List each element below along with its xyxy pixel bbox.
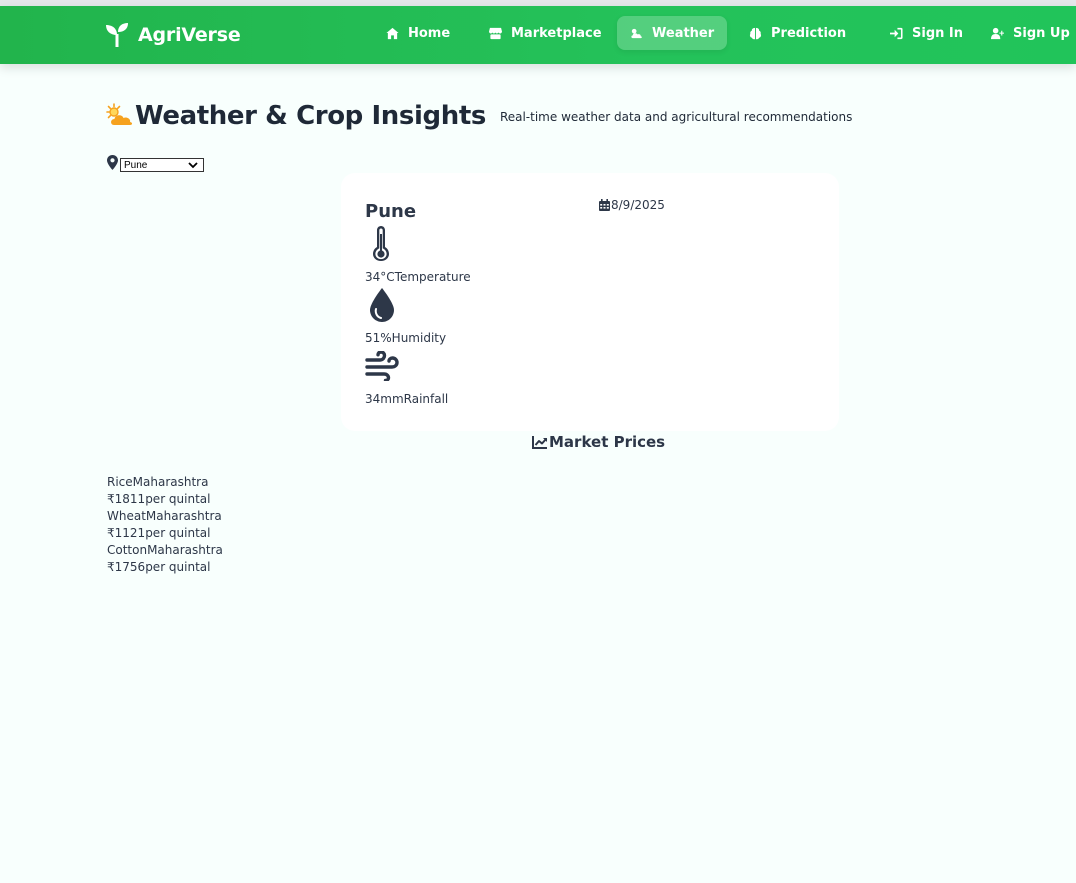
nav-sign-in[interactable]: Sign In [877, 16, 976, 50]
brain-icon [749, 27, 762, 39]
market-item-crop: Cotton [107, 543, 148, 557]
droplet-icon [370, 288, 394, 322]
top-navbar: AgriVerse Home Marketplace Weather Predi… [0, 6, 1076, 64]
calendar-icon [599, 199, 610, 211]
cloud-sun-icon [631, 28, 642, 38]
market-item-price: ₹1756 [107, 560, 146, 574]
market-item-unit: per quintal [145, 492, 211, 506]
city-select-value: Pune [124, 159, 148, 171]
temperature-value: 34°C [365, 270, 395, 284]
weather-city: Pune [365, 201, 417, 222]
market-item-name-row: RiceMaharashtra [107, 474, 223, 491]
market-item: CottonMaharashtra ₹1756per quintal [107, 542, 223, 576]
thermometer-icon [373, 226, 389, 261]
user-plus-icon [991, 27, 1004, 39]
rainfall-value: 34mm [365, 392, 404, 406]
market-item-price-row: ₹1811per quintal [107, 491, 223, 508]
market-item-unit: per quintal [145, 560, 211, 574]
city-select[interactable]: Pune [120, 158, 204, 172]
nav-prediction[interactable]: Prediction [736, 16, 859, 50]
chart-line-icon [532, 436, 548, 449]
market-item-state: Maharashtra [147, 543, 223, 557]
market-item-name-row: WheatMaharashtra [107, 508, 223, 525]
page-title: Weather & Crop Insights [135, 101, 486, 131]
humidity-value: 51% [365, 331, 392, 345]
market-prices-heading: Market Prices [532, 433, 665, 451]
nav-home-label: Home [408, 25, 451, 41]
sign-in-icon [890, 27, 903, 39]
market-prices-title: Market Prices [549, 433, 666, 451]
nav-prediction-label: Prediction [771, 25, 847, 41]
market-item-state: Maharashtra [145, 509, 222, 523]
weather-date: 8/9/2025 [599, 198, 665, 212]
page-subtitle: Real-time weather data and agricultural … [499, 110, 853, 124]
nav-marketplace[interactable]: Marketplace [476, 16, 615, 50]
nav-weather[interactable]: Weather [617, 16, 728, 50]
home-icon [386, 27, 399, 39]
weather-date-value: 8/9/2025 [611, 198, 665, 212]
nav-sign-up-label: Sign Up [1013, 25, 1070, 41]
store-icon [489, 27, 502, 39]
market-item: WheatMaharashtra ₹1121per quintal [107, 508, 223, 542]
market-item-price: ₹1121 [107, 526, 146, 540]
humidity-label: Humidity [391, 331, 447, 345]
humidity-metric: 51%Humidity [365, 331, 446, 345]
brand-logo[interactable]: AgriVerse [104, 23, 241, 47]
market-item-crop: Rice [107, 475, 133, 489]
temperature-label: Temperature [394, 270, 471, 284]
market-item-unit: per quintal [145, 526, 211, 540]
nav-weather-label: Weather [652, 25, 715, 41]
chevron-down-icon [188, 162, 198, 169]
market-item-price: ₹1811 [107, 492, 146, 506]
nav-sign-in-label: Sign In [912, 25, 963, 41]
nav-home[interactable]: Home [373, 16, 463, 50]
market-item-price-row: ₹1756per quintal [107, 559, 223, 576]
market-item-price-row: ₹1121per quintal [107, 525, 223, 542]
market-item-name-row: CottonMaharashtra [107, 542, 223, 559]
nav-sign-up[interactable]: Sign Up [978, 16, 1076, 50]
weather-card: Pune 8/9/2025 34°CTemperature 51%Humidit… [341, 173, 839, 431]
market-price-list: RiceMaharashtra ₹1811per quintal WheatMa… [107, 474, 223, 576]
wind-icon [365, 351, 399, 381]
rainfall-label: Rainfall [403, 392, 449, 406]
brand-name: AgriVerse [138, 24, 241, 46]
seedling-icon [106, 23, 128, 47]
map-pin-icon [107, 155, 118, 170]
nav-marketplace-label: Marketplace [511, 25, 602, 41]
temperature-metric: 34°CTemperature [365, 270, 471, 284]
page-header: Weather & Crop Insights Real-time weathe… [105, 101, 852, 131]
sun-cloud-icon [106, 103, 133, 125]
market-item: RiceMaharashtra ₹1811per quintal [107, 474, 223, 508]
location-selector: Pune [107, 155, 204, 172]
market-item-state: Maharashtra [132, 475, 209, 489]
market-item-crop: Wheat [107, 509, 146, 523]
rainfall-metric: 34mmRainfall [365, 392, 448, 406]
